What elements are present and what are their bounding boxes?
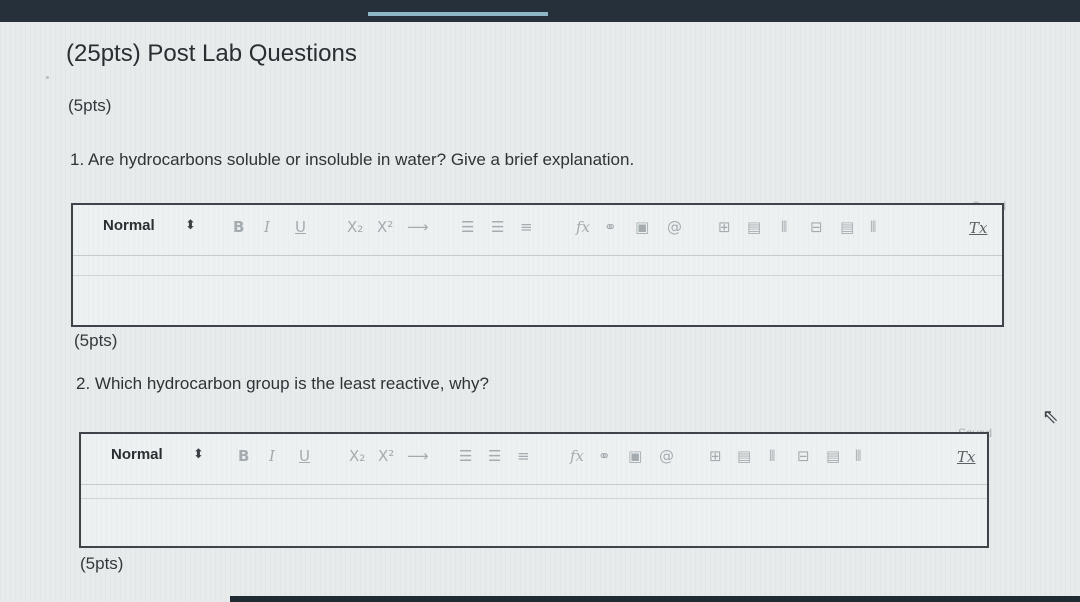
split-cells-icon[interactable]: ⫴ xyxy=(855,447,861,465)
margin-dot xyxy=(46,76,49,79)
ordered-list-icon[interactable]: ☰ xyxy=(459,447,472,465)
insert-row-icon[interactable]: ▤ xyxy=(737,447,751,465)
editor-toolbar: Normal ⬍ B I U X₂ X² ⟶ ☰ ☰ ≡ fx ⚭ ▣ @ ⊞ … xyxy=(81,434,987,485)
unordered-list-icon[interactable]: ☰ xyxy=(491,218,504,236)
delete-table-icon[interactable]: ⊟ xyxy=(810,218,823,236)
merge-cells-icon[interactable]: ▤ xyxy=(840,218,854,236)
insert-column-icon[interactable]: ⫴ xyxy=(781,218,787,236)
image-icon[interactable]: ▣ xyxy=(635,218,649,236)
table-icon[interactable]: ⊞ xyxy=(718,218,731,236)
insert-row-icon[interactable]: ▤ xyxy=(747,218,761,236)
clear-formatting-button[interactable]: Tx xyxy=(957,448,975,466)
table-icon[interactable]: ⊞ xyxy=(709,447,722,465)
active-tab-indicator xyxy=(368,12,548,16)
question-2-points: (5pts) xyxy=(74,331,118,350)
subscript-button[interactable]: X₂ xyxy=(347,218,363,236)
italic-button[interactable]: I xyxy=(269,447,275,465)
paragraph-style-select[interactable]: Normal xyxy=(111,446,163,463)
unordered-list-icon[interactable]: ☰ xyxy=(488,447,501,465)
ordered-list-icon[interactable]: ☰ xyxy=(461,218,474,236)
question-1-text: 1. Are hydrocarbons soluble or insoluble… xyxy=(70,150,635,169)
underline-button[interactable]: U xyxy=(295,218,306,236)
clear-formatting-button[interactable]: Tx xyxy=(969,219,987,237)
taskbar-strip xyxy=(230,596,1080,602)
function-button[interactable]: fx xyxy=(570,447,584,465)
answer-text-area[interactable] xyxy=(73,275,1002,325)
function-button[interactable]: fx xyxy=(576,218,590,236)
attachment-icon[interactable]: @ xyxy=(659,447,674,465)
editor-toolbar: Normal ⬍ B I U X₂ X² ⟶ ☰ ☰ ≡ fx ⚭ ▣ @ ⊞ … xyxy=(73,205,1002,256)
attachment-icon[interactable]: @ xyxy=(667,218,682,236)
question-2-text: 2. Which hydrocarbon group is the least … xyxy=(76,374,489,393)
bold-button[interactable]: B xyxy=(233,218,244,236)
bold-button[interactable]: B xyxy=(238,447,249,465)
italic-button[interactable]: I xyxy=(264,218,270,236)
question-1-editor[interactable]: Normal ⬍ B I U X₂ X² ⟶ ☰ ☰ ≡ fx ⚭ ▣ @ ⊞ … xyxy=(71,203,1004,327)
question-2-editor[interactable]: Normal ⬍ B I U X₂ X² ⟶ ☰ ☰ ≡ fx ⚭ ▣ @ ⊞ … xyxy=(79,432,989,548)
select-arrows-icon: ⬍ xyxy=(193,446,204,461)
page-title: (25pts) Post Lab Questions xyxy=(66,40,357,67)
merge-cells-icon[interactable]: ▤ xyxy=(826,447,840,465)
indent-icon[interactable]: ≡ xyxy=(517,447,530,465)
subscript-button[interactable]: X₂ xyxy=(349,447,365,465)
arrow-button[interactable]: ⟶ xyxy=(407,218,429,236)
indent-icon[interactable]: ≡ xyxy=(520,218,533,236)
superscript-button[interactable]: X² xyxy=(378,447,394,465)
question-3-points: (5pts) xyxy=(80,554,124,573)
split-cells-icon[interactable]: ⫴ xyxy=(870,218,876,236)
question-1-points: (5pts) xyxy=(68,96,112,115)
image-icon[interactable]: ▣ xyxy=(628,447,642,465)
mouse-cursor-icon: ⇖ xyxy=(1042,406,1059,428)
select-arrows-icon: ⬍ xyxy=(185,217,196,232)
link-icon[interactable]: ⚭ xyxy=(604,218,617,236)
insert-column-icon[interactable]: ⫴ xyxy=(769,447,775,465)
answer-text-area[interactable] xyxy=(81,498,987,546)
superscript-button[interactable]: X² xyxy=(377,218,393,236)
underline-button[interactable]: U xyxy=(299,447,310,465)
delete-table-icon[interactable]: ⊟ xyxy=(797,447,810,465)
link-icon[interactable]: ⚭ xyxy=(598,447,611,465)
paragraph-style-select[interactable]: Normal xyxy=(103,217,155,234)
arrow-button[interactable]: ⟶ xyxy=(407,447,429,465)
